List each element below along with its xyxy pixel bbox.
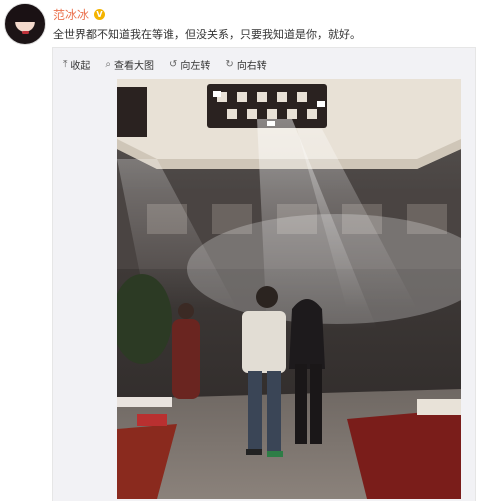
rotate-right-label: 向右转 [236,61,267,72]
avatar[interactable] [4,3,46,45]
photo-illustration [117,79,461,499]
collapse-label: 收起 [70,61,91,72]
magnifier-icon: ⌕ [105,59,112,70]
rotate-left-icon: ↺ [169,59,178,70]
view-large-button[interactable]: ⌕ 查看大图 [105,57,154,72]
rotate-left-button[interactable]: ↺ 向左转 [169,57,210,72]
rotate-right-icon: ↻ [225,59,234,70]
rotate-right-button[interactable]: ↻ 向右转 [225,57,266,72]
arrow-up-icon: ⤒ [63,59,68,70]
post-photo[interactable] [117,79,461,499]
avatar-lip [22,31,29,34]
view-large-label: 查看大图 [114,61,155,72]
username-link[interactable]: 范冰冰 [53,6,89,23]
media-panel: ⤒ 收起 ⌕ 查看大图 ↺ 向左转 ↻ 向右转 [52,47,476,501]
avatar-hair [5,4,45,22]
media-toolbar: ⤒ 收起 ⌕ 查看大图 ↺ 向左转 ↻ 向右转 [63,57,267,72]
collapse-button[interactable]: ⤒ 收起 [63,57,90,72]
post-text: 全世界都不知道我在等谁，但没关系，只要我知道是你，就好。 [53,28,361,41]
verified-badge-icon: V [94,9,106,20]
rotate-left-label: 向左转 [180,61,211,72]
user-line: 范冰冰 V [53,6,106,23]
